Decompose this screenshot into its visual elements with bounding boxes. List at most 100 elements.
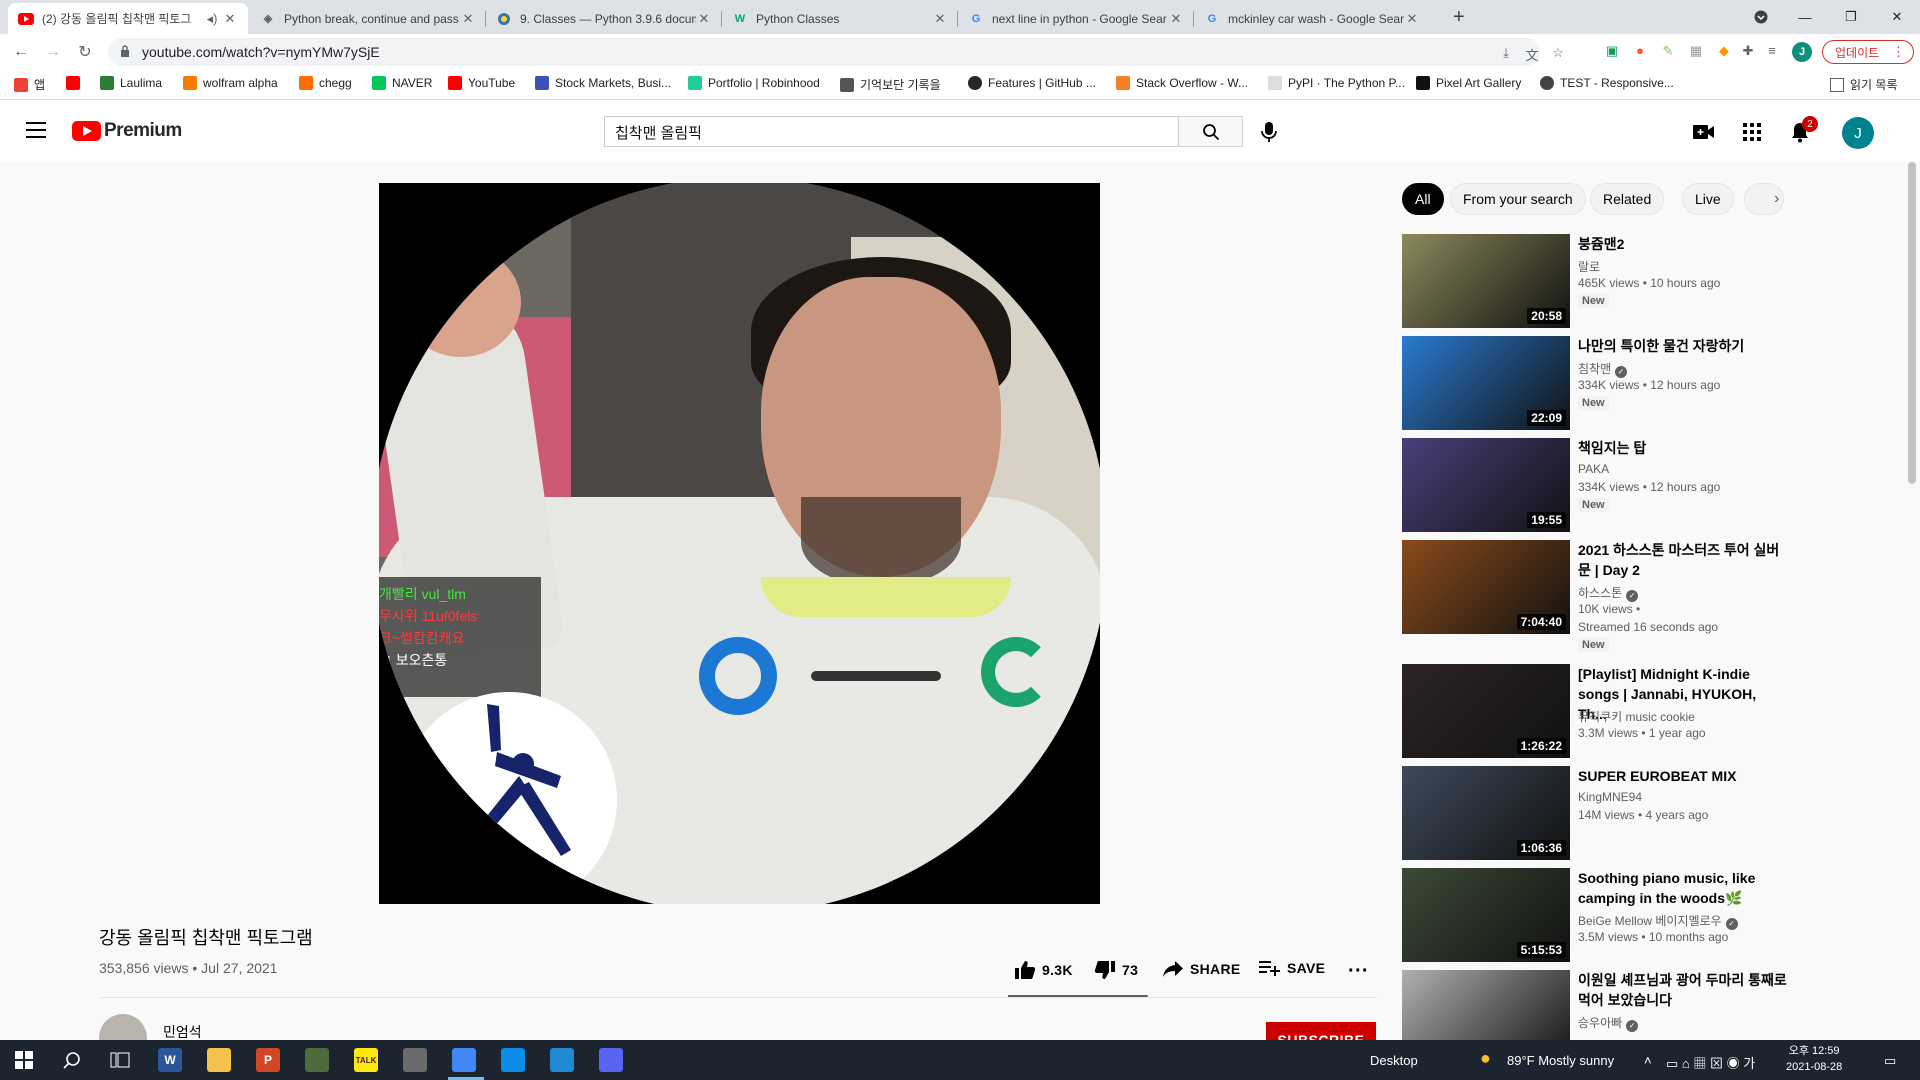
recommendation-title[interactable]: 책임지는 탑	[1578, 438, 1788, 458]
translate-icon[interactable]: ⽂	[1524, 45, 1540, 63]
calculator-icon[interactable]	[305, 1048, 329, 1072]
task-view-icon[interactable]	[108, 1048, 132, 1072]
recommendation-title[interactable]: 2021 하스스톤 마스터즈 투어 실버문 | Day 2	[1578, 540, 1788, 580]
system-clock[interactable]: 오후 12:59 2021-08-28	[1786, 1043, 1842, 1075]
reload-button[interactable]: ↻	[73, 40, 97, 64]
kakaotalk-icon[interactable]: TALK	[354, 1048, 378, 1072]
tab-w3schools[interactable]: W Python Classes ✕	[722, 3, 958, 34]
search-input[interactable]: 칩착맨 올림픽	[604, 116, 1179, 147]
update-button[interactable]: 업데이트 ⋮	[1822, 40, 1914, 64]
channel-name[interactable]: 민엄석	[163, 1022, 202, 1042]
close-tab-icon[interactable]: ✕	[696, 11, 712, 27]
address-bar[interactable]: youtube.com/watch?v=nymYMw7ySjE ⤓ ⽂ ☆	[108, 38, 1564, 66]
like-button[interactable]: 9.3K	[1014, 960, 1073, 980]
recommendation-title[interactable]: Soothing piano music, like camping in th…	[1578, 868, 1788, 908]
bookmark-pypi[interactable]: PyPI · The Python P...	[1268, 76, 1405, 90]
edge-icon[interactable]	[501, 1048, 525, 1072]
recommendation-title[interactable]: 이원일 셰프님과 광어 두마리 통째로 먹어 보았습니다	[1578, 970, 1788, 1010]
tab-python-break[interactable]: ◈ Python break, continue and pass ✕	[250, 3, 486, 34]
recommendation-item[interactable]: 1:06:36 SUPER EUROBEAT MIX KingMNE94 14M vi…	[1402, 766, 1902, 860]
tray-icons[interactable]: ▭ ⌂ ▦ ⊠ ◉ 가	[1666, 1053, 1755, 1072]
create-video-button[interactable]	[1692, 120, 1716, 144]
close-tab-icon[interactable]: ✕	[460, 11, 476, 27]
bookmark-laulima[interactable]: Laulima	[100, 76, 162, 90]
bookmark-blog[interactable]: 기억보단 기록을	[840, 76, 941, 93]
bookmark-github[interactable]: Features | GitHub ...	[968, 76, 1096, 90]
share-button[interactable]: SHARE	[1162, 960, 1241, 978]
desktop-toolbar[interactable]: Desktop	[1370, 1053, 1418, 1068]
video-thumbnail[interactable]: 5:15:53	[1402, 868, 1570, 962]
profile-avatar[interactable]: J	[1792, 42, 1812, 62]
close-tab-icon[interactable]: ✕	[222, 11, 238, 27]
discord-icon[interactable]	[599, 1048, 623, 1072]
extension-icon[interactable]: ✎	[1660, 43, 1676, 59]
minimize-button[interactable]: —	[1782, 0, 1828, 34]
page-scrollbar[interactable]	[1908, 162, 1916, 484]
save-button[interactable]: SAVE	[1259, 960, 1325, 976]
recommendation-channel[interactable]: BeiGe Mellow 베이지멜로우 ✓	[1578, 912, 1738, 930]
install-icon[interactable]: ⤓	[1498, 45, 1514, 61]
extension-icon[interactable]: ◆	[1716, 43, 1732, 59]
chip-from-your-search[interactable]: From your search	[1450, 183, 1586, 215]
lock-icon[interactable]	[120, 44, 130, 57]
mute-tab-icon[interactable]: ◂)	[202, 11, 222, 27]
media-control-icon[interactable]: ≡	[1764, 43, 1780, 59]
video-thumbnail[interactable]: 19:55	[1402, 438, 1570, 532]
recommendation-item[interactable]: 22:09 나만의 특이한 물건 자랑하기 침착맨 ✓ 334K views • 12 …	[1402, 336, 1902, 430]
recommendation-item[interactable]: 19:55 책임지는 탑 PAKA 334K views • 12 hours ago…	[1402, 438, 1902, 532]
recommendation-channel[interactable]: PAKA	[1578, 462, 1609, 476]
bookmark-star-icon[interactable]: ☆	[1550, 45, 1566, 61]
video-thumbnail[interactable]: 20:58	[1402, 234, 1570, 328]
notification-center-icon[interactable]: ▭	[1884, 1053, 1896, 1069]
close-window-button[interactable]: ✕	[1874, 0, 1920, 34]
tab-python-classes-docs[interactable]: 9. Classes — Python 3.9.6 docum ✕	[486, 3, 722, 34]
bookmark-youtube[interactable]: YouTube	[448, 76, 515, 90]
recommendation-title[interactable]: 나만의 특이한 물건 자랑하기	[1578, 336, 1788, 356]
new-tab-button[interactable]: +	[1453, 6, 1465, 29]
close-tab-icon[interactable]: ✕	[1404, 11, 1420, 27]
apps-button[interactable]	[1740, 120, 1764, 144]
close-tab-icon[interactable]: ✕	[932, 11, 948, 27]
chrome-icon[interactable]	[452, 1048, 476, 1072]
recommendation-channel[interactable]: 하스스톤 ✓	[1578, 584, 1639, 602]
app-icon[interactable]	[403, 1048, 427, 1072]
close-tab-icon[interactable]: ✕	[1168, 11, 1184, 27]
tab-search-icon[interactable]	[1738, 0, 1784, 34]
recommendation-channel[interactable]: KingMNE94	[1578, 790, 1642, 804]
back-button[interactable]: ←	[9, 40, 33, 64]
reading-list[interactable]: 읽기 목록	[1830, 76, 1898, 93]
recommendation-channel[interactable]: 침착맨 ✓	[1578, 360, 1628, 378]
word-icon[interactable]: W	[158, 1048, 182, 1072]
tab-google-next-line[interactable]: G next line in python - Google Sear ✕	[958, 3, 1194, 34]
recommendation-item[interactable]: 20:58 붕쥼맨2 랄로 465K views • 10 hours ago New	[1402, 234, 1902, 328]
extension-icon[interactable]: ●	[1632, 43, 1648, 59]
bookmark-wolfram[interactable]: wolfram alpha	[183, 76, 278, 90]
extension-icon[interactable]: ▣	[1604, 43, 1620, 59]
powerpoint-icon[interactable]: P	[256, 1048, 280, 1072]
extension-icon[interactable]: ▦	[1688, 43, 1704, 59]
video-player[interactable]: 개빨리 vul_tlm 무사위 11uf0fels 크~썰캄캄캐요 ㄱ 보오츤통…	[379, 183, 1100, 904]
recommendation-channel[interactable]: 뮤직쿠키 music cookie	[1578, 708, 1695, 725]
recommendation-item[interactable]: 5:15:53 Soothing piano music, like campin…	[1402, 868, 1902, 962]
recommendation-channel[interactable]: 랄로	[1578, 258, 1600, 275]
tab-youtube[interactable]: (2) 강동 올림픽 칩착맨 픽토그 ◂) ✕	[8, 3, 248, 34]
dislike-button[interactable]: 73	[1094, 960, 1138, 980]
forward-button[interactable]: →	[41, 40, 65, 64]
recommendation-item[interactable]: 7:04:40 2021 하스스톤 마스터즈 투어 실버문 | Day 2 하스스톤…	[1402, 540, 1902, 652]
bookmark-robinhood[interactable]: Portfolio | Robinhood	[688, 76, 820, 90]
bookmark-apps[interactable]: 앱	[14, 76, 45, 93]
bookmark-naver[interactable]: NAVER	[372, 76, 432, 90]
recommendation-item[interactable]: 1:26:22 [Playlist] Midnight K-indie songs…	[1402, 664, 1902, 758]
recommendation-title[interactable]: SUPER EUROBEAT MIX	[1578, 766, 1788, 786]
extensions-puzzle-icon[interactable]: ✚	[1740, 43, 1756, 59]
search-icon[interactable]	[60, 1048, 84, 1072]
tab-google-car-wash[interactable]: G mckinley car wash - Google Sear ✕	[1194, 3, 1430, 34]
bookmark-youtube-icon-only[interactable]	[66, 76, 86, 90]
menu-icon[interactable]	[26, 122, 46, 138]
video-thumbnail[interactable]: 7:04:40	[1402, 540, 1570, 634]
weather-widget[interactable]: 89°F Mostly sunny	[1507, 1053, 1614, 1068]
video-thumbnail[interactable]: 22:09	[1402, 336, 1570, 430]
bookmark-test-responsive[interactable]: TEST - Responsive...	[1540, 76, 1674, 90]
video-thumbnail[interactable]: 1:06:36	[1402, 766, 1570, 860]
chip-live[interactable]: Live	[1682, 183, 1734, 215]
